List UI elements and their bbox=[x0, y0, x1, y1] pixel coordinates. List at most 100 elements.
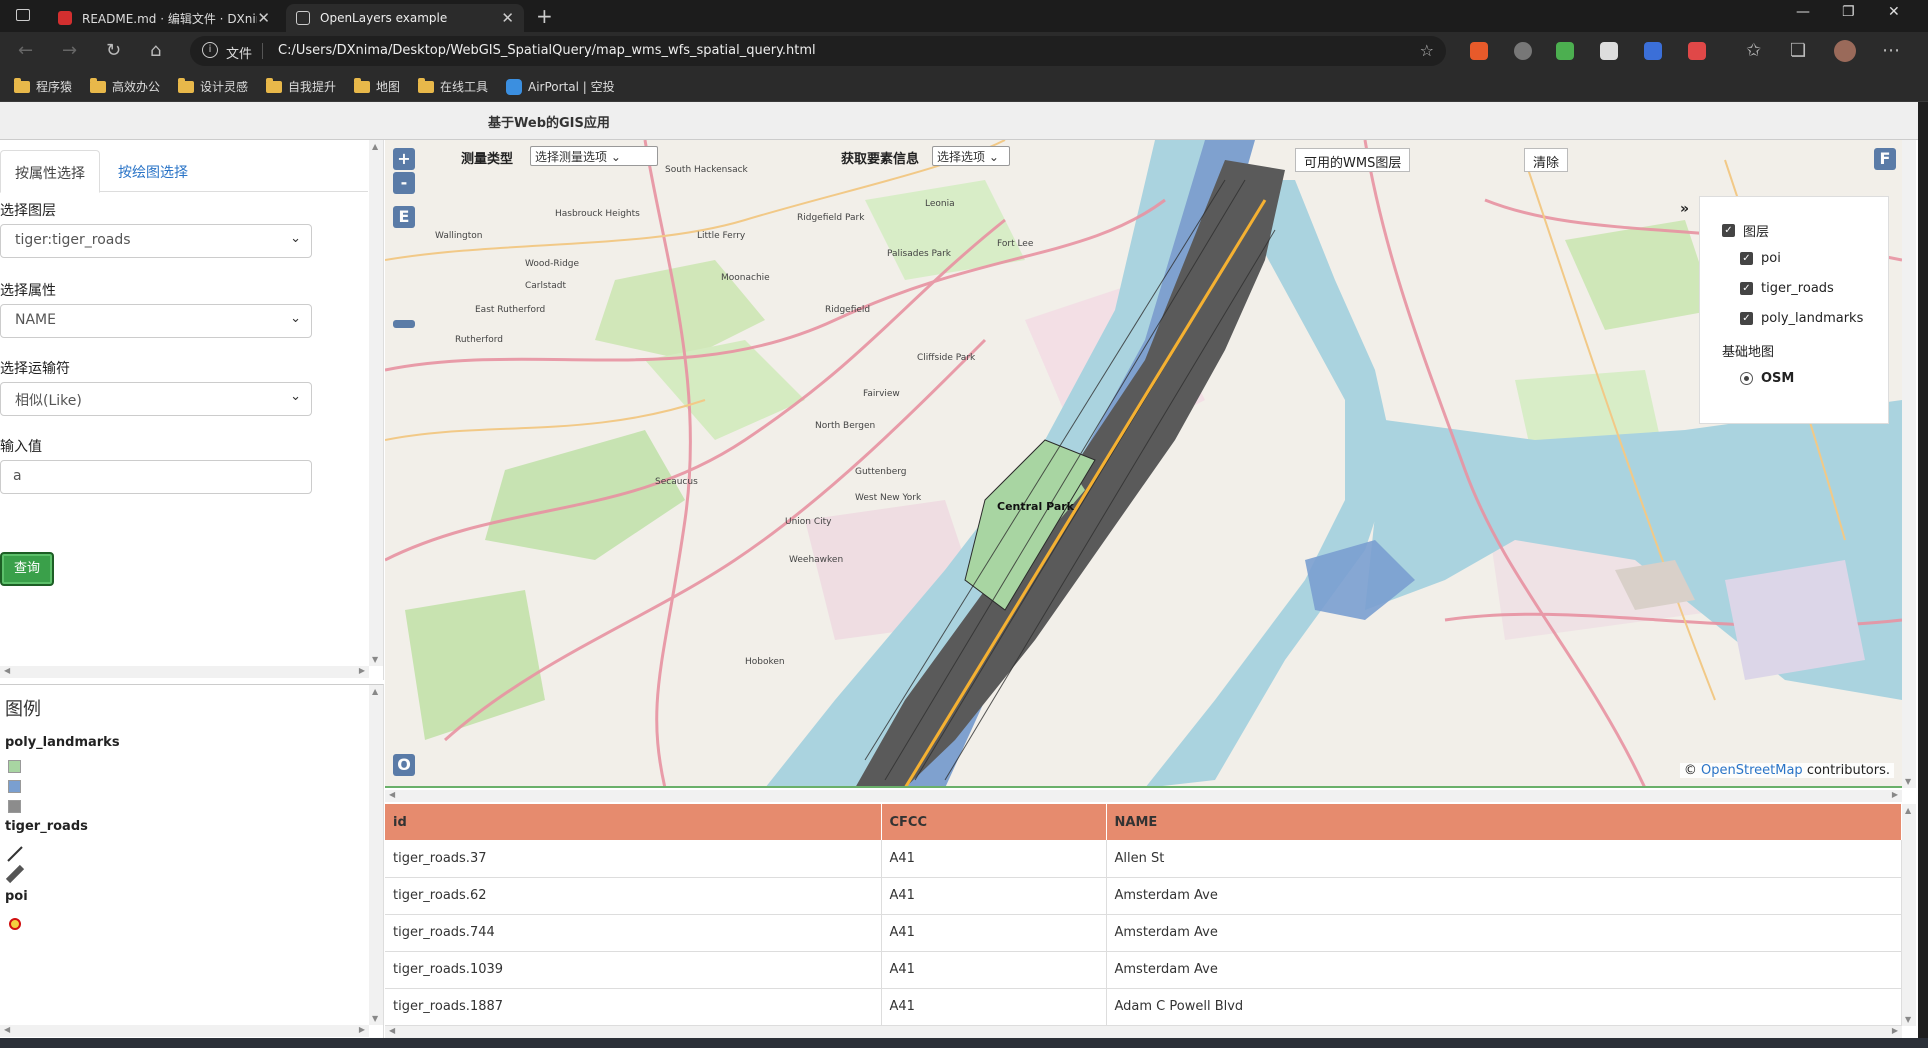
horizontal-scrollbar[interactable]: ◀ ▶ bbox=[0, 1025, 369, 1037]
bookmark-folder[interactable]: 高效办公 bbox=[90, 77, 160, 95]
bookmark-airportal[interactable]: AirPortal | 空投 bbox=[506, 78, 615, 95]
close-window-icon[interactable]: ✕ bbox=[1888, 4, 1900, 20]
scroll-left-icon[interactable]: ◀ bbox=[389, 1026, 395, 1035]
home-icon[interactable]: ⌂ bbox=[150, 40, 161, 61]
layer-poi[interactable]: ✓ poi bbox=[1740, 251, 1781, 266]
close-tab-icon[interactable]: ✕ bbox=[257, 9, 270, 27]
table-horizontal-scrollbar[interactable]: ◀ ▶ bbox=[385, 1026, 1902, 1038]
layers-group[interactable]: ✓ 图层 bbox=[1722, 221, 1769, 240]
airportal-icon bbox=[506, 78, 522, 95]
layer-tiger-roads[interactable]: ✓ tiger_roads bbox=[1740, 281, 1834, 296]
radio-icon[interactable] bbox=[1740, 372, 1753, 385]
basemap-osm[interactable]: OSM bbox=[1740, 371, 1794, 386]
tab-attribute-select[interactable]: 按属性选择 bbox=[0, 150, 100, 193]
attribute-label: 选择属性 bbox=[0, 283, 56, 299]
tab-openlayers[interactable]: OpenLayers example ✕ bbox=[286, 4, 524, 32]
collections-icon[interactable]: ❏ bbox=[1790, 40, 1806, 61]
address-bar[interactable]: i 文件 C:/Users/DXnima/Desktop/WebGIS_Spat… bbox=[190, 36, 1446, 66]
info-icon[interactable]: i bbox=[202, 42, 218, 58]
bookmark-folder[interactable]: 自我提升 bbox=[266, 77, 336, 95]
attribute-select[interactable]: NAME ⌄ bbox=[0, 304, 312, 338]
map-horizontal-scrollbar[interactable]: ◀ ▶ bbox=[385, 790, 1902, 802]
clear-button[interactable]: 清除 bbox=[1524, 148, 1569, 172]
scroll-right-icon[interactable]: ▶ bbox=[359, 1025, 365, 1034]
checkbox-icon[interactable]: ✓ bbox=[1722, 224, 1735, 237]
extension-icon[interactable] bbox=[1600, 42, 1618, 60]
scroll-left-icon[interactable]: ◀ bbox=[4, 1025, 10, 1034]
value-input[interactable]: a bbox=[0, 460, 312, 494]
osm-link[interactable]: OpenStreetMap bbox=[1701, 763, 1803, 778]
table-row[interactable]: tiger_roads.744 A41 Amsterdam Ave bbox=[385, 914, 1902, 952]
extent-button[interactable]: E bbox=[393, 206, 415, 228]
column-header-name[interactable]: NAME bbox=[1106, 804, 1902, 840]
favorites-icon[interactable]: ✩ bbox=[1746, 40, 1761, 61]
vertical-scrollbar[interactable]: ▲ ▼ bbox=[369, 685, 383, 1025]
avatar[interactable] bbox=[1834, 40, 1856, 62]
scroll-left-icon[interactable]: ◀ bbox=[389, 790, 395, 799]
more-icon[interactable]: ⋯ bbox=[1882, 40, 1900, 61]
scroll-up-icon[interactable]: ▲ bbox=[372, 142, 378, 151]
scroll-down-icon[interactable]: ▼ bbox=[1905, 777, 1911, 786]
extension-icon[interactable] bbox=[1688, 42, 1706, 60]
close-tab-icon[interactable]: ✕ bbox=[501, 9, 514, 27]
osm-basemap: Central Park Ridgefield Park Little Ferry P… bbox=[385, 140, 1902, 786]
extension-icon[interactable] bbox=[1514, 42, 1532, 60]
scroll-right-icon[interactable]: ▶ bbox=[1892, 1026, 1898, 1035]
zoom-out-button[interactable]: - bbox=[393, 172, 415, 194]
map-viewport[interactable]: Central Park Ridgefield Park Little Ferry P… bbox=[385, 140, 1902, 788]
tab-readme[interactable]: README.md · 编辑文件 · DXnima ✕ bbox=[48, 4, 280, 32]
bookmark-folder[interactable]: 设计灵感 bbox=[178, 77, 248, 95]
checkbox-icon[interactable]: ✓ bbox=[1740, 282, 1753, 295]
table-row[interactable]: tiger_roads.37 A41 Allen St bbox=[385, 840, 1902, 878]
bookmark-folder[interactable]: 在线工具 bbox=[418, 77, 488, 95]
extension-icon[interactable] bbox=[1644, 42, 1662, 60]
table-row[interactable]: tiger_roads.62 A41 Amsterdam Ave bbox=[385, 877, 1902, 915]
forward-icon[interactable]: → bbox=[62, 40, 77, 61]
reload-icon[interactable]: ↻ bbox=[106, 40, 121, 61]
download-extension-icon[interactable] bbox=[1556, 42, 1574, 60]
extension-icon[interactable] bbox=[1470, 42, 1488, 60]
column-header-cfcc[interactable]: CFCC bbox=[881, 804, 1107, 840]
layer-select[interactable]: tiger:tiger_roads ⌄ bbox=[0, 224, 312, 258]
feature-info-select[interactable]: 选择选项 ⌄ bbox=[932, 146, 1010, 166]
tab-actions-icon[interactable] bbox=[16, 9, 30, 21]
back-icon[interactable]: ← bbox=[18, 40, 33, 61]
minimize-icon[interactable]: — bbox=[1796, 4, 1810, 20]
scroll-left-icon[interactable]: ◀ bbox=[4, 666, 10, 675]
checkbox-icon[interactable]: ✓ bbox=[1740, 252, 1753, 265]
query-button[interactable]: 查询 bbox=[0, 552, 54, 586]
scroll-right-icon[interactable]: ▶ bbox=[1892, 790, 1898, 799]
cell-id: tiger_roads.744 bbox=[385, 914, 882, 952]
scroll-up-icon[interactable]: ▲ bbox=[372, 687, 378, 696]
favorite-icon[interactable]: ☆ bbox=[1420, 41, 1434, 60]
table-vertical-scrollbar[interactable]: ▲ ▼ bbox=[1902, 804, 1916, 1026]
vertical-scrollbar[interactable]: ▲ ▼ bbox=[369, 140, 383, 666]
zoom-in-button[interactable]: + bbox=[393, 148, 415, 170]
layer-poly-landmarks[interactable]: ✓ poly_landmarks bbox=[1740, 311, 1863, 326]
scroll-up-icon[interactable]: ▲ bbox=[1905, 806, 1911, 815]
wms-layers-button[interactable]: 可用的WMS图层 bbox=[1295, 148, 1411, 172]
restore-icon[interactable]: ❐ bbox=[1842, 4, 1855, 20]
horizontal-scrollbar[interactable]: ◀ ▶ bbox=[0, 666, 369, 678]
scroll-down-icon[interactable]: ▼ bbox=[1905, 1015, 1911, 1024]
collapse-icon[interactable]: » bbox=[1680, 201, 1689, 217]
measure-type-select[interactable]: 选择测量选项 ⌄ bbox=[530, 146, 658, 166]
new-tab-icon[interactable]: + bbox=[536, 4, 553, 28]
zoom-slider-handle[interactable] bbox=[393, 320, 415, 328]
map-vertical-scrollbar[interactable]: ▼ bbox=[1902, 140, 1916, 788]
tab-draw-select[interactable]: 按绘图选择 bbox=[104, 150, 202, 192]
column-header-id[interactable]: id bbox=[385, 804, 882, 840]
overview-button[interactable]: O bbox=[393, 754, 415, 776]
legend-swatch-blue bbox=[8, 780, 21, 793]
table-row[interactable]: tiger_roads.1887 A41 Adam C Powell Blvd bbox=[385, 988, 1902, 1026]
scroll-down-icon[interactable]: ▼ bbox=[372, 655, 378, 664]
scroll-down-icon[interactable]: ▼ bbox=[372, 1014, 378, 1023]
bookmark-folder[interactable]: 程序猿 bbox=[14, 77, 72, 95]
checkbox-icon[interactable]: ✓ bbox=[1740, 312, 1753, 325]
fullscreen-button[interactable]: F bbox=[1874, 148, 1896, 170]
operator-select[interactable]: 相似(Like) ⌄ bbox=[0, 382, 312, 416]
bookmark-folder[interactable]: 地图 bbox=[354, 77, 400, 95]
address-url[interactable]: C:/Users/DXnima/Desktop/WebGIS_SpatialQu… bbox=[278, 43, 816, 58]
table-row[interactable]: tiger_roads.1039 A41 Amsterdam Ave bbox=[385, 951, 1902, 989]
scroll-right-icon[interactable]: ▶ bbox=[359, 666, 365, 675]
